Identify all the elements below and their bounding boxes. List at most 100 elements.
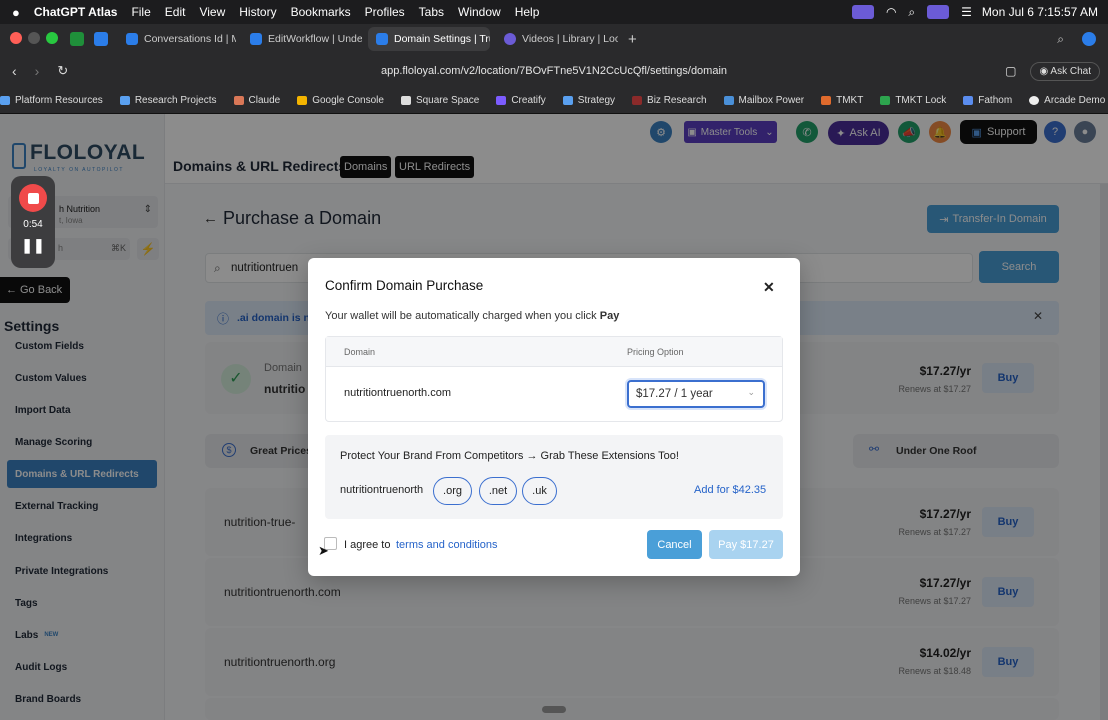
menu-file[interactable]: File [131, 5, 150, 19]
pay-button[interactable]: Pay $17.27 [709, 530, 783, 559]
menu-app-name[interactable]: ChatGPT Atlas [34, 5, 118, 19]
menu-bar: ● ChatGPT Atlas File Edit View History B… [0, 0, 1108, 24]
loom-favicon [504, 33, 516, 45]
wifi-icon[interactable]: ◠ [886, 5, 896, 19]
tab-loom-videos[interactable]: Videos | Library | Loom [496, 27, 618, 51]
bookmark-platform-resources[interactable]: Platform Resources [0, 95, 103, 106]
bookmark-tmkt[interactable]: TMKT [821, 95, 863, 106]
bookmark-label: Strategy [577, 95, 616, 106]
sidebar-toggle-icon[interactable] [70, 32, 84, 46]
close-window-button[interactable] [10, 31, 22, 44]
floloyal-favicon [250, 33, 262, 45]
bookmark-label: Platform Resources [15, 95, 103, 106]
maximize-window-button[interactable] [46, 31, 58, 44]
reader-icon[interactable]: ▢ [1005, 64, 1016, 78]
extension-uk-button[interactable]: .uk [522, 477, 557, 505]
address-bar: app.floloyal.com/v2/location/7BOvFTne5V1… [0, 54, 1108, 88]
tmkt-lock-icon [880, 96, 891, 105]
claude-icon [233, 96, 244, 105]
folder-icon [119, 96, 130, 105]
pricing-selected-value: $17.27 / 1 year [636, 388, 713, 400]
browser-tab-strip: Conversations Id | Mar EditWorkflow | Un… [0, 24, 1108, 54]
tab-label: Videos | Library | Loom [522, 33, 618, 45]
search-icon[interactable]: ⌕ [908, 5, 915, 20]
floloyal-favicon [126, 33, 138, 45]
bookmark-square-space[interactable]: Square Space [400, 95, 480, 106]
modal-note: Your wallet will be automatically charge… [325, 310, 619, 322]
bottom-drag-handle[interactable] [542, 706, 566, 713]
stop-recording-button[interactable] [19, 184, 47, 212]
folder-icon [0, 96, 10, 105]
bookmark-strategy[interactable]: Strategy [562, 95, 616, 106]
url-field[interactable]: app.floloyal.com/v2/location/7BOvFTne5V1… [0, 65, 1108, 77]
squarespace-icon [400, 96, 411, 105]
reload-icon[interactable]: ↻ [57, 63, 68, 79]
menu-history[interactable]: History [239, 5, 276, 19]
menu-profiles[interactable]: Profiles [365, 5, 405, 19]
bookmark-label: Biz Research [647, 95, 707, 106]
pricing-select[interactable]: $17.27 / 1 year ⌄ [627, 380, 765, 408]
tab-editworkflow[interactable]: EditWorkflow | Undefin [242, 27, 362, 51]
bookmark-claude[interactable]: Claude [233, 95, 280, 106]
bookmark-label: TMKT [836, 95, 864, 106]
menu-tabs[interactable]: Tabs [419, 5, 444, 19]
minimize-window-button[interactable] [28, 31, 40, 44]
bookmark-creatify[interactable]: Creatify [496, 95, 546, 106]
bookmark-research-projects[interactable]: Research Projects [119, 95, 217, 106]
menu-view[interactable]: View [199, 5, 225, 19]
terms-link[interactable]: terms and conditions [396, 539, 498, 551]
confirm-purchase-modal: Confirm Domain Purchase ✕ Your wallet wi… [308, 258, 800, 576]
tab-search-icon[interactable]: ⌕ [1057, 32, 1064, 47]
tab-domain-settings[interactable]: Domain Settings | True [368, 27, 490, 51]
extension-org-button[interactable]: .org [433, 477, 472, 505]
ask-chat-button[interactable]: ◉ Ask Chat [1030, 61, 1100, 81]
control-center-icon[interactable]: ☰ [961, 5, 972, 19]
bookmark-label: Google Console [312, 95, 384, 106]
mouse-cursor-icon: ➤ [318, 543, 329, 558]
floloyal-favicon [376, 33, 388, 45]
tmkt-icon [821, 96, 832, 105]
bookmark-label: TMKT Lock [895, 95, 947, 106]
apple-icon[interactable]: ● [12, 5, 20, 20]
col-pricing: Pricing Option [627, 347, 684, 357]
bookmark-arcade-demo[interactable]: Arcade Demo SaaS [1029, 95, 1108, 106]
screen-mirror-icon[interactable] [851, 5, 874, 19]
back-icon[interactable]: ‹ [12, 63, 17, 79]
stage-manager-icon[interactable] [927, 5, 950, 19]
bookmark-mailbox-power[interactable]: Mailbox Power [723, 95, 804, 106]
cancel-button[interactable]: Cancel [647, 530, 702, 559]
menu-edit[interactable]: Edit [165, 5, 186, 19]
forward-icon[interactable]: › [35, 63, 40, 79]
bookmark-label: Research Projects [134, 95, 217, 106]
modal-domain-name: nutritiontruenorth.com [344, 387, 451, 399]
bookmark-google-console[interactable]: Google Console [297, 95, 384, 106]
modal-close-icon[interactable]: ✕ [763, 279, 775, 296]
bookmark-biz-research[interactable]: Biz Research [632, 95, 707, 106]
agree-label: I agree to [344, 539, 391, 551]
bookmark-label: Creatify [511, 95, 546, 106]
extension-net-button[interactable]: .net [479, 477, 517, 505]
modal-title: Confirm Domain Purchase [325, 278, 484, 293]
profile-avatar[interactable] [1082, 32, 1096, 46]
pinned-tab-icon[interactable] [94, 32, 108, 46]
folder-icon [562, 96, 573, 105]
bookmark-tmkt-lock[interactable]: TMKT Lock [880, 95, 946, 106]
tab-conversations[interactable]: Conversations Id | Mar [118, 27, 236, 51]
ask-chat-label: Ask Chat [1050, 65, 1091, 77]
bookmark-label: Arcade Demo SaaS [1044, 95, 1108, 106]
domain-table: Domain Pricing Option nutritiontruenorth… [325, 336, 783, 422]
add-extensions-link[interactable]: Add for $42.35 [694, 484, 766, 496]
bookmark-fathom[interactable]: Fathom [963, 95, 1012, 106]
new-tab-button[interactable]: + [628, 31, 637, 48]
menu-help[interactable]: Help [515, 5, 540, 19]
clock[interactable]: Mon Jul 6 7:15:57 AM [982, 5, 1098, 19]
menu-window[interactable]: Window [458, 5, 501, 19]
arcade-icon [1029, 96, 1040, 105]
pause-recording-button[interactable]: ❚❚ [11, 237, 55, 254]
bookmark-label: Square Space [415, 95, 480, 106]
menu-bookmarks[interactable]: Bookmarks [291, 5, 351, 19]
mailbox-power-icon [723, 96, 734, 105]
extensions-upsell [325, 435, 783, 519]
protect-brand-text: Protect Your Brand From Competitors → Gr… [340, 450, 679, 462]
base-domain-name: nutritiontruenorth [340, 484, 424, 496]
